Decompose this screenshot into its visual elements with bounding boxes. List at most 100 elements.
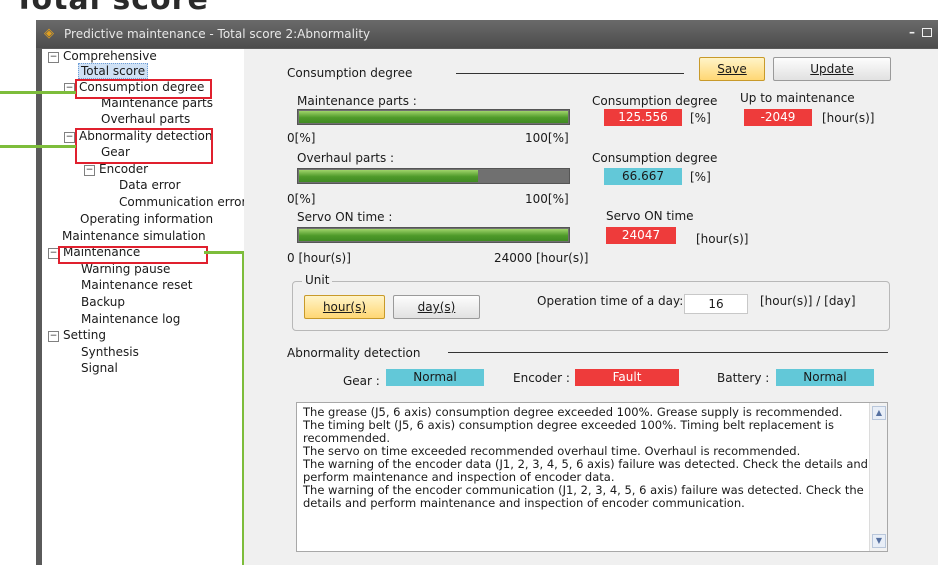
tree-item-maintenance-simulation[interactable]: Maintenance simulation: [62, 229, 206, 244]
tree-label: Total score: [78, 63, 149, 79]
tree-label: Backup: [81, 295, 125, 309]
tree-item-overhaul-parts[interactable]: Overhaul parts: [101, 112, 190, 127]
collapse-icon[interactable]: −: [48, 331, 59, 342]
message-scrollbar[interactable]: ▲ ▼: [869, 403, 887, 551]
collapse-icon[interactable]: −: [64, 132, 75, 143]
tree-item-encoder[interactable]: − Encoder: [84, 162, 148, 177]
minimize-button[interactable]: –: [906, 25, 918, 41]
annotation-line-consumption: [0, 91, 76, 94]
tree-item-communication-error[interactable]: Communication error: [119, 195, 246, 210]
gear-status-value: Normal: [386, 369, 484, 386]
axis1-max: 100[%]: [525, 131, 569, 145]
up-to-maintenance-value: -2049: [744, 109, 812, 126]
tree-label: Data error: [119, 178, 181, 192]
days-unit-button[interactable]: day(s): [393, 295, 480, 319]
tree-label: Synthesis: [81, 345, 139, 359]
save-button[interactable]: Save: [699, 57, 765, 81]
update-label: Update: [810, 62, 854, 76]
window-title: Predictive maintenance - Total score 2:A…: [64, 27, 371, 41]
tree-label: Operating information: [80, 212, 214, 226]
axis3-min: 0 [hour(s)]: [287, 251, 351, 265]
annotation-line-abnormality: [0, 145, 76, 148]
servo-on-time-value: 24047: [606, 227, 676, 244]
abnormality-divider: [448, 352, 888, 353]
navigation-tree: − Comprehensive Total score − Consumption …: [42, 49, 246, 565]
tree-label: Comprehensive: [63, 49, 157, 63]
servo-on-time-label: Servo ON time: [606, 209, 694, 223]
tree-label: Maintenance log: [81, 312, 181, 326]
tree-label: Maintenance reset: [81, 278, 193, 292]
tree-item-total-score[interactable]: Total score: [78, 63, 149, 79]
tree-item-maintenance-reset[interactable]: Maintenance reset: [81, 278, 193, 293]
servo-on-time-unit: [hour(s)]: [696, 232, 749, 246]
tree-label: Signal: [81, 361, 118, 375]
encoder-status-label: Encoder :: [513, 371, 570, 385]
unit-legend: Unit: [302, 273, 333, 287]
consumption-degree-unit-1: [%]: [690, 111, 711, 125]
gear-status-label: Gear :: [343, 374, 380, 388]
tree-item-setting[interactable]: − Setting: [48, 328, 106, 343]
axis2-min: 0[%]: [287, 192, 316, 206]
servo-on-time-bar: [297, 227, 570, 243]
operation-time-input[interactable]: 16: [684, 294, 748, 314]
up-to-maintenance-label: Up to maintenance: [740, 91, 855, 105]
annotation-line-maintenance-h: [204, 251, 245, 254]
hours-unit-button[interactable]: hour(s): [304, 295, 385, 319]
message-box[interactable]: The grease (J5, 6 axis) consumption degr…: [296, 402, 888, 552]
annotation-box-maintenance: [58, 246, 208, 264]
up-to-maintenance-unit: [hour(s)]: [822, 111, 875, 125]
encoder-status-value: Fault: [575, 369, 679, 386]
tree-label: Communication error: [119, 195, 247, 209]
consumption-degree-label-1: Consumption degree: [592, 94, 718, 108]
axis1-min: 0[%]: [287, 131, 316, 145]
tree-item-signal[interactable]: Signal: [81, 361, 118, 376]
message-text: The grease (J5, 6 axis) consumption degr…: [303, 405, 868, 510]
tree-item-data-error[interactable]: Data error: [119, 178, 181, 193]
scroll-down-icon[interactable]: ▼: [872, 534, 886, 548]
hours-label: hour(s): [322, 300, 367, 314]
consumption-degree-unit-2: [%]: [690, 170, 711, 184]
overhaul-parts-fill: [299, 170, 478, 182]
tree-label: Encoder: [99, 162, 149, 176]
days-label: day(s): [417, 300, 456, 314]
consumption-degree-value-2: 66.667: [604, 168, 682, 185]
abnormality-section-title: Abnormality detection: [287, 346, 421, 360]
tree-label: Maintenance simulation: [62, 229, 206, 243]
servo-on-time-fill: [299, 229, 568, 241]
title-bar: ◈ Predictive maintenance - Total score 2…: [36, 20, 938, 48]
maximize-button[interactable]: [922, 28, 932, 37]
tree-item-synthesis[interactable]: Synthesis: [81, 345, 139, 360]
tree-label: Overhaul parts: [101, 112, 191, 126]
consumption-degree-label-2: Consumption degree: [592, 151, 718, 165]
tree-label: Setting: [63, 328, 106, 342]
maintenance-parts-fill: [299, 111, 568, 123]
axis2-max: 100[%]: [525, 192, 569, 206]
scroll-up-icon[interactable]: ▲: [872, 406, 886, 420]
tree-item-operating-information[interactable]: Operating information: [80, 212, 213, 227]
update-button[interactable]: Update: [773, 57, 891, 81]
consumption-degree-value-1: 125.556: [604, 109, 682, 126]
maintenance-parts-label: Maintenance parts :: [297, 94, 417, 108]
annotation-box-abnormality: [75, 128, 213, 164]
save-label: Save: [717, 62, 747, 76]
battery-status-value: Normal: [776, 369, 874, 386]
tree-item-backup[interactable]: Backup: [81, 295, 125, 310]
servo-on-time-bar-label: Servo ON time :: [297, 210, 393, 224]
operation-time-unit: [hour(s)] / [day]: [760, 294, 856, 308]
battery-status-label: Battery :: [717, 371, 770, 385]
collapse-icon[interactable]: −: [84, 165, 95, 176]
tree-item-comprehensive[interactable]: − Comprehensive: [48, 49, 157, 64]
overhaul-parts-label: Overhaul parts :: [297, 151, 395, 165]
maintenance-parts-bar: [297, 109, 570, 125]
tree-item-maintenance-log[interactable]: Maintenance log: [81, 312, 180, 327]
operation-time-label: Operation time of a day:: [537, 294, 684, 308]
collapse-icon[interactable]: −: [48, 52, 59, 63]
consumption-section-title: Consumption degree: [287, 66, 413, 80]
axis3-max: 24000 [hour(s)]: [494, 251, 589, 265]
tree-label: Warning pause: [81, 262, 171, 276]
annotation-box-consumption: [75, 79, 212, 99]
consumption-divider: [456, 73, 684, 74]
tree-item-warning-pause[interactable]: Warning pause: [81, 262, 170, 277]
overhaul-parts-bar: [297, 168, 570, 184]
app-icon: ◈: [44, 26, 54, 41]
